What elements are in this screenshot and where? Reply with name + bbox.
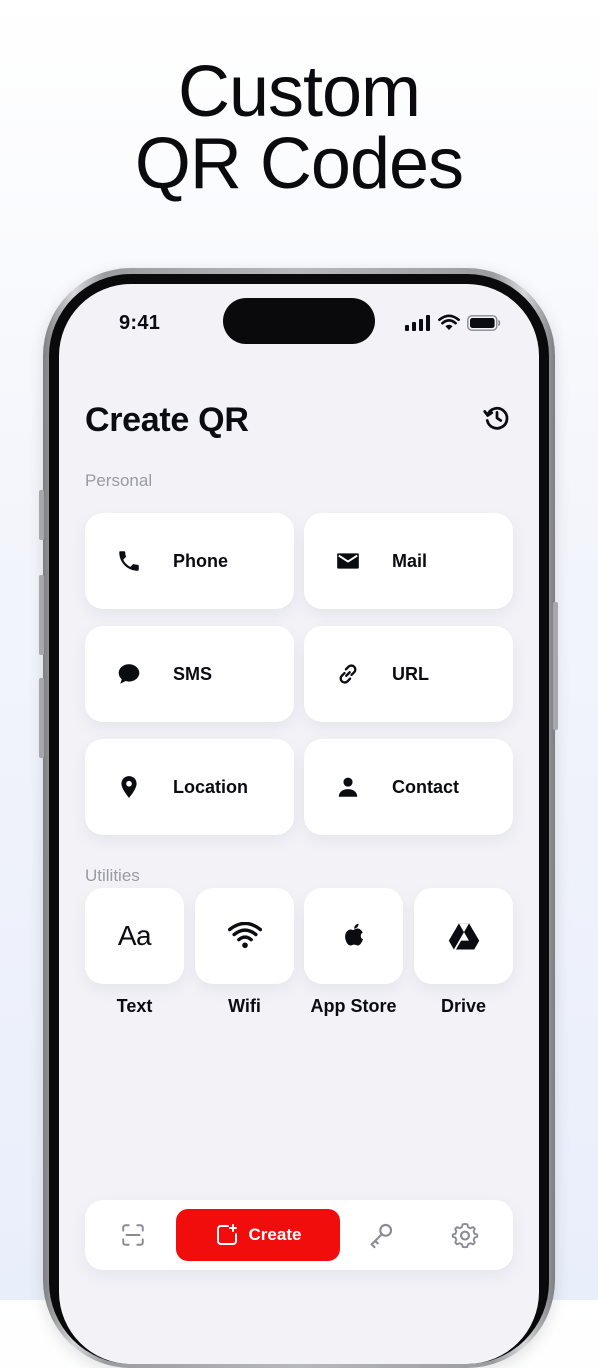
battery-icon: [467, 314, 501, 331]
power-button: [553, 602, 558, 730]
dynamic-island: [223, 298, 375, 344]
tile-label: Mail: [392, 550, 428, 571]
tile-contact[interactable]: Contact: [304, 739, 513, 835]
tile-location[interactable]: Location: [85, 739, 294, 835]
sms-icon: [115, 660, 143, 688]
tile-label: Contact: [392, 776, 459, 797]
tile-label: URL: [392, 663, 429, 684]
cellular-signal-icon: [405, 314, 430, 331]
tile-text[interactable]: Aa: [85, 888, 184, 984]
create-label: Create: [248, 1225, 302, 1244]
page-title: Create QR: [85, 401, 249, 439]
volume-up-button: [39, 575, 44, 655]
tile-wifi[interactable]: [195, 888, 294, 984]
headline-line-1: Custom: [177, 52, 421, 132]
status-icons: [405, 314, 501, 331]
phone-screen: 9:41 Create QR Personal Phone Mail SMS U…: [59, 284, 539, 1364]
tile-label: Location: [173, 776, 248, 797]
mail-icon: [334, 547, 362, 575]
tile-label: Phone: [173, 550, 229, 571]
tab-scan[interactable]: [119, 1221, 147, 1249]
gear-icon: [451, 1222, 479, 1249]
scan-icon: [122, 1224, 144, 1246]
tile-sms[interactable]: SMS: [85, 626, 294, 722]
history-icon: [483, 406, 509, 430]
section-label-utilities: Utilities: [85, 866, 140, 885]
phone-icon: [115, 547, 143, 575]
location-icon: [115, 773, 143, 801]
tile-drive[interactable]: [414, 888, 513, 984]
tab-create-button[interactable]: Create: [176, 1209, 340, 1261]
util-label-app-store: App Store: [310, 996, 397, 1016]
tile-mail[interactable]: Mail: [304, 513, 513, 609]
action-button: [39, 490, 44, 540]
util-label-drive: Drive: [440, 996, 487, 1016]
text-icon: Aa: [117, 920, 152, 951]
volume-down-button: [39, 678, 44, 758]
tab-key[interactable]: [367, 1221, 395, 1249]
tile-phone[interactable]: Phone: [85, 513, 294, 609]
section-label-personal: Personal: [85, 471, 153, 490]
tile-app-store[interactable]: [304, 888, 403, 984]
apple-icon: [344, 923, 363, 946]
add-square-icon: [216, 1224, 237, 1245]
tab-settings[interactable]: [451, 1221, 479, 1249]
tile-label: SMS: [173, 663, 213, 684]
util-label-wifi: Wifi: [228, 996, 261, 1016]
wifi-icon: [227, 922, 262, 949]
key-icon: [370, 1223, 393, 1249]
contact-icon: [334, 773, 362, 801]
wifi-status-icon: [438, 314, 460, 330]
history-button[interactable]: [481, 402, 513, 434]
link-icon: [334, 660, 362, 688]
tab-bar: Create: [85, 1200, 513, 1270]
drive-icon: [448, 923, 479, 950]
headline: Custom QR Codes: [0, 56, 598, 200]
status-time: 9:41: [119, 312, 161, 334]
util-label-text: Text: [116, 996, 153, 1016]
tile-url[interactable]: URL: [304, 626, 513, 722]
headline-line-2: QR Codes: [134, 124, 464, 204]
